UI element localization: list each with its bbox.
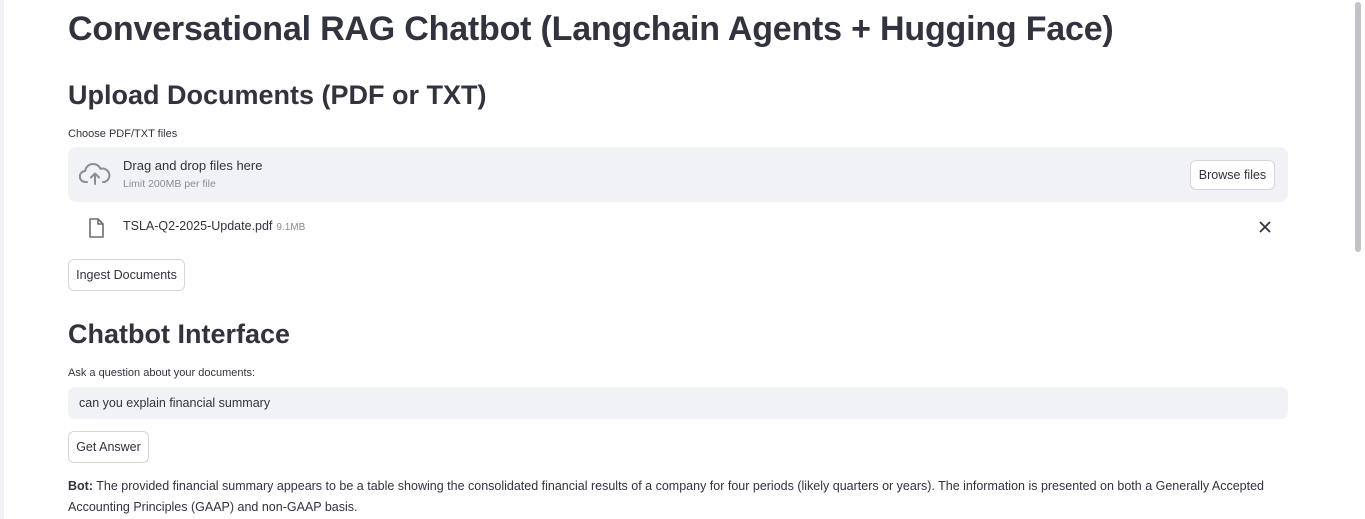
- file-uploader-label: Choose PDF/TXT files: [68, 128, 178, 140]
- bot-answer-text: The provided financial summary appears t…: [68, 479, 1265, 514]
- close-icon[interactable]: [1258, 220, 1272, 234]
- scrollbar-thumb[interactable]: [1355, 2, 1361, 252]
- file-name: TSLA-Q2-2025-Update.pdf 9.1MB: [123, 219, 305, 233]
- uploaded-file-row: TSLA-Q2-2025-Update.pdf 9.1MB: [68, 210, 1288, 244]
- page-title: Conversational RAG Chatbot (Langchain Ag…: [68, 10, 1114, 48]
- dropzone-title: Drag and drop files here: [123, 158, 263, 173]
- file-dropzone[interactable]: Drag and drop files here Limit 200MB per…: [68, 147, 1288, 202]
- chatbot-section-title: Chatbot Interface: [68, 319, 291, 349]
- file-size: 9.1MB: [276, 222, 306, 233]
- file-name-text: TSLA-Q2-2025-Update.pdf: [123, 219, 273, 233]
- sidebar-edge: [0, 0, 4, 519]
- question-input-label: Ask a question about your documents:: [68, 367, 256, 379]
- bot-answer: Bot: The provided financial summary appe…: [68, 476, 1288, 518]
- file-icon: [89, 218, 104, 238]
- ingest-documents-button[interactable]: Ingest Documents: [68, 259, 185, 291]
- get-answer-button[interactable]: Get Answer: [68, 431, 149, 463]
- cloud-upload-icon: [79, 162, 111, 185]
- bot-prefix: Bot:: [68, 479, 93, 493]
- dropzone-limit: Limit 200MB per file: [123, 178, 216, 190]
- browse-files-button[interactable]: Browse files: [1190, 160, 1275, 190]
- app-page: Conversational RAG Chatbot (Langchain Ag…: [0, 0, 1365, 519]
- upload-section-title: Upload Documents (PDF or TXT): [68, 80, 487, 110]
- question-input[interactable]: can you explain financial summary: [68, 387, 1288, 419]
